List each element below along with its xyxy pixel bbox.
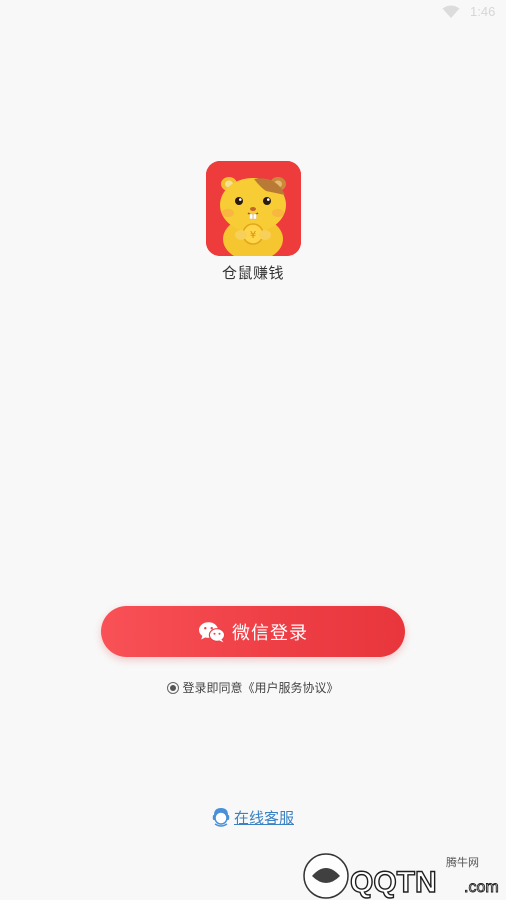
online-service-label: 在线客服 xyxy=(233,808,294,827)
status-time: 1:46 xyxy=(470,4,496,19)
wechat-login-label: 微信登录 xyxy=(232,622,308,644)
online-service-link[interactable]: 在线客服 xyxy=(0,806,506,828)
app-name: 仓鼠赚钱 xyxy=(221,264,284,282)
svg-text:¥: ¥ xyxy=(250,230,256,241)
agree-radio[interactable] xyxy=(167,681,180,694)
svg-text:.com: .com xyxy=(464,879,499,896)
hamster-logo-icon: ¥ xyxy=(206,161,301,256)
app-logo: ¥ xyxy=(206,161,301,256)
agreement-row: 登录即同意 《用户服务协议》 xyxy=(0,679,506,696)
wechat-login-button[interactable]: 微信登录 xyxy=(101,606,405,657)
wifi-icon xyxy=(442,5,460,18)
watermark-site-name: 腾牛网 xyxy=(446,856,479,869)
user-agreement-link[interactable]: 《用户服务协议》 xyxy=(243,679,339,696)
wechat-icon xyxy=(199,621,226,642)
agreement-prefix: 登录即同意 xyxy=(182,681,243,695)
customer-service-icon xyxy=(212,808,230,827)
status-bar: 1:46 xyxy=(0,0,506,26)
svg-text:QQTN: QQTN xyxy=(350,866,437,899)
